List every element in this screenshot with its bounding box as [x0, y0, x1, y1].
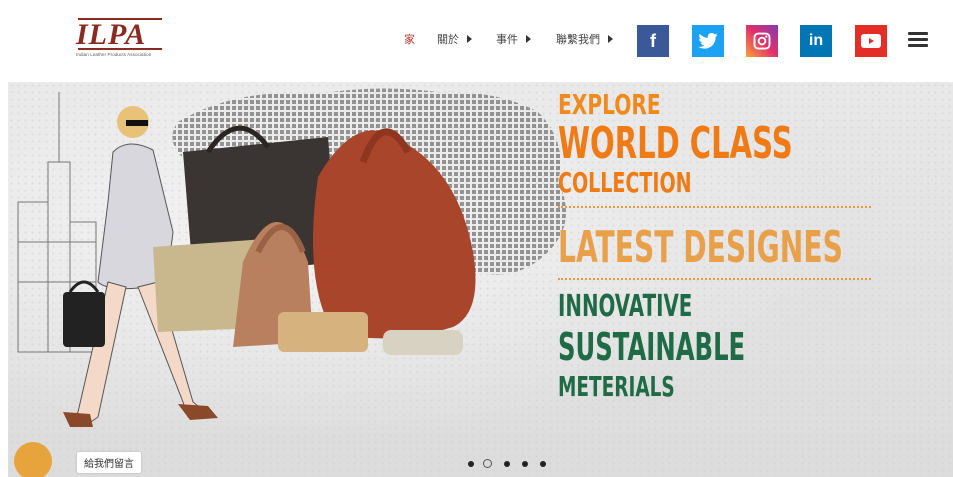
hamburger-menu-icon[interactable] — [908, 32, 928, 48]
instagram-camera-icon — [753, 32, 771, 50]
page: ILPA Indian Leather Products Association… — [0, 0, 953, 477]
logo-mark: ILPA — [76, 18, 147, 51]
ilpa-logo[interactable]: ILPA Indian Leather Products Association — [76, 18, 166, 62]
nav-item-label: 家 — [404, 34, 415, 46]
linkedin-glyph: in — [808, 32, 824, 49]
nav-item-label: 事件 — [496, 34, 518, 46]
site-header: ILPA Indian Leather Products Association… — [0, 0, 953, 82]
slider-dot[interactable] — [504, 461, 510, 467]
slider-dot[interactable] — [468, 461, 474, 467]
twitter-bird-icon — [698, 33, 718, 49]
hero-headline-latest-designs: LATEST DESIGNES — [558, 222, 843, 273]
hero-headline-materials: METERIALS — [558, 370, 675, 403]
facebook-glyph: f — [650, 30, 656, 51]
caret-right-icon — [467, 35, 472, 43]
youtube-icon[interactable] — [855, 25, 887, 57]
logo-subtitle: Indian Leather Products Association — [76, 52, 152, 57]
handbags — [153, 125, 476, 355]
nav-item-home[interactable]: 家 — [404, 31, 415, 47]
dotted-divider — [558, 206, 871, 208]
nav-item-contact[interactable]: 聯繫我們 — [556, 31, 613, 47]
nav-item-label: 關於 — [437, 34, 459, 46]
facebook-icon[interactable]: f — [637, 25, 669, 57]
hero-headline-world-class: WORLD CLASS — [558, 118, 793, 169]
instagram-icon[interactable] — [746, 25, 778, 57]
slider-dot-active[interactable] — [483, 459, 492, 468]
nav-item-events[interactable]: 事件 — [496, 31, 531, 47]
nav-item-about[interactable]: 關於 — [437, 31, 472, 47]
twitter-icon[interactable] — [692, 25, 724, 57]
hero-banner: EXPLORE WORLD CLASS COLLECTION LATEST DE… — [8, 82, 953, 477]
slider-dot[interactable] — [522, 461, 528, 467]
caret-right-icon — [526, 35, 531, 43]
chat-bubble-button[interactable] — [14, 442, 52, 477]
hero-headline-explore: EXPLORE — [558, 88, 661, 121]
fashion-illustration — [17, 92, 476, 427]
slider-dot[interactable] — [540, 461, 546, 467]
linkedin-icon[interactable]: in — [800, 25, 832, 57]
logo-rule-bottom — [78, 48, 162, 50]
youtube-play-icon — [861, 34, 881, 48]
hero-headline-sustainable: SUSTAINABLE — [558, 325, 746, 369]
hero-headline-innovative: INNOVATIVE — [558, 289, 693, 324]
hero-headline-collection: COLLECTION — [558, 166, 692, 199]
caret-right-icon — [608, 35, 613, 43]
chat-label[interactable]: 給我們留言 — [77, 452, 141, 473]
nav-item-label: 聯繫我們 — [556, 34, 600, 46]
dotted-divider — [558, 278, 871, 280]
